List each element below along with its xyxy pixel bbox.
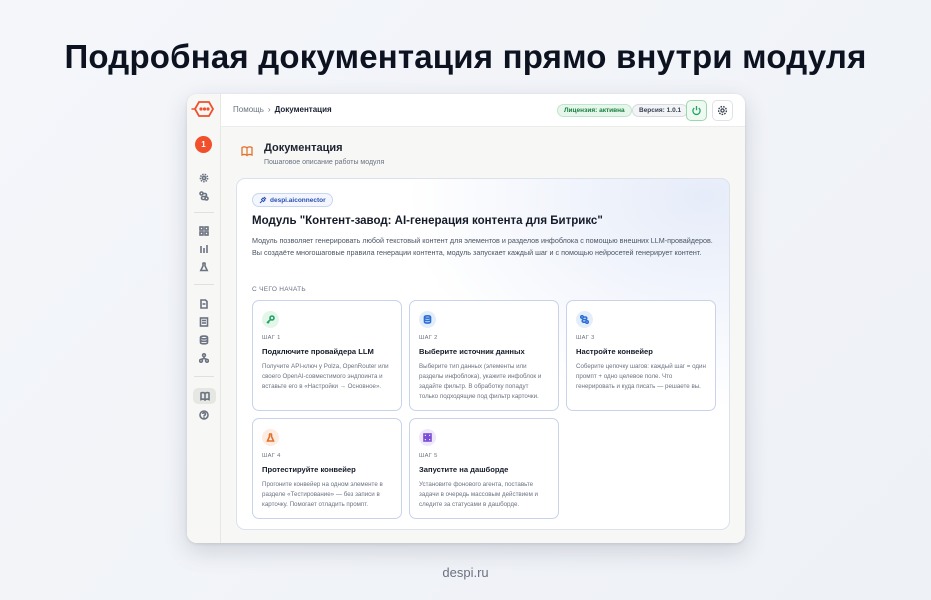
breadcrumb-separator: › (267, 105, 271, 114)
step-text: Прогоните конвейер на одном элементе в р… (262, 481, 383, 508)
step-title: Выберите источник данных (419, 347, 525, 356)
list-icon[interactable] (196, 314, 212, 330)
page-subtitle: Пошаговое описание работы модуля (264, 159, 385, 166)
step-title: Запустите на дашборде (419, 465, 509, 474)
breadcrumb: Помощь › Документация (233, 105, 332, 114)
settings-button[interactable] (712, 100, 733, 121)
network-icon[interactable] (196, 350, 212, 366)
breadcrumb-current: Документация (274, 105, 332, 114)
page-title: Документация (264, 142, 343, 154)
book-icon (241, 146, 253, 157)
chart-icon[interactable] (196, 241, 212, 257)
sidebar-divider (194, 284, 214, 285)
step-text: Выберите тип данных (элементы или раздел… (419, 363, 542, 400)
module-chip[interactable]: despi.aiconnector (252, 193, 333, 207)
step-text: Соберите цепочку шагов: каждый шаг = оди… (576, 363, 706, 390)
step-card[interactable]: ШАГ 2 Выберите источник данных Выберите … (409, 300, 559, 411)
grid-icon (419, 429, 436, 446)
step-title: Подключите провайдера LLM (262, 347, 374, 356)
sidebar-divider (194, 212, 214, 213)
module-chip-label: despi.aiconnector (270, 196, 326, 204)
gear-icon (717, 105, 728, 116)
step-text: Получите API-ключ у Polza, OpenRouter ил… (262, 363, 389, 390)
database-icon (419, 311, 436, 328)
route-icon (576, 311, 593, 328)
grid-icon[interactable] (196, 223, 212, 239)
topbar: Помощь › Документация Лицензия: активна … (221, 94, 745, 127)
module-title: Модуль "Контент-завод: AI-генерация конт… (252, 215, 603, 227)
version-badge: Версия: 1.0.1 (632, 104, 689, 117)
step-number: ШАГ 5 (419, 453, 438, 459)
plug-icon (259, 196, 267, 204)
power-icon (692, 106, 701, 116)
logo-icon (191, 101, 215, 117)
module-description: Модуль позволяет генерировать любой текс… (252, 236, 713, 257)
step-text: Установите фонового агента, поставьте за… (419, 481, 539, 508)
file-icon[interactable] (196, 296, 212, 312)
route-icon[interactable] (196, 188, 212, 204)
sidebar: 1 (187, 94, 221, 543)
key-icon (262, 311, 279, 328)
start-label: С ЧЕГО НАЧАТЬ (252, 286, 307, 293)
step-number: ШАГ 3 (576, 335, 595, 341)
footer-site[interactable]: despi.ru (0, 565, 931, 580)
main-content: Документация Пошаговое описание работы м… (221, 127, 745, 543)
avatar[interactable]: 1 (195, 136, 212, 153)
step-card[interactable]: ШАГ 1 Подключите провайдера LLM Получите… (252, 300, 402, 411)
sidebar-divider (194, 376, 214, 377)
database-icon[interactable] (196, 332, 212, 348)
flask-icon[interactable] (196, 259, 212, 275)
step-title: Настройте конвейер (576, 347, 653, 356)
breadcrumb-root[interactable]: Помощь (233, 105, 264, 114)
book-icon[interactable] (193, 388, 216, 404)
gear-icon[interactable] (196, 170, 212, 186)
help-icon[interactable] (196, 407, 212, 423)
app-window: 1 Помощь › Документация Лицензия: активн… (187, 94, 745, 543)
step-number: ШАГ 4 (262, 453, 281, 459)
license-badge: Лицензия: активна (557, 104, 632, 117)
step-card[interactable]: ШАГ 3 Настройте конвейер Соберите цепочк… (566, 300, 716, 411)
power-button[interactable] (686, 100, 707, 121)
module-panel: despi.aiconnector Модуль "Контент-завод:… (236, 178, 730, 530)
step-card[interactable]: ШАГ 4 Протестируйте конвейер Прогоните к… (252, 418, 402, 519)
step-card[interactable]: ШАГ 5 Запустите на дашборде Установите ф… (409, 418, 559, 519)
step-number: ШАГ 1 (262, 335, 281, 341)
hero-title: Подробная документация прямо внутри моду… (64, 38, 867, 75)
step-number: ШАГ 2 (419, 335, 438, 341)
step-title: Протестируйте конвейер (262, 465, 356, 474)
flask-icon (262, 429, 279, 446)
